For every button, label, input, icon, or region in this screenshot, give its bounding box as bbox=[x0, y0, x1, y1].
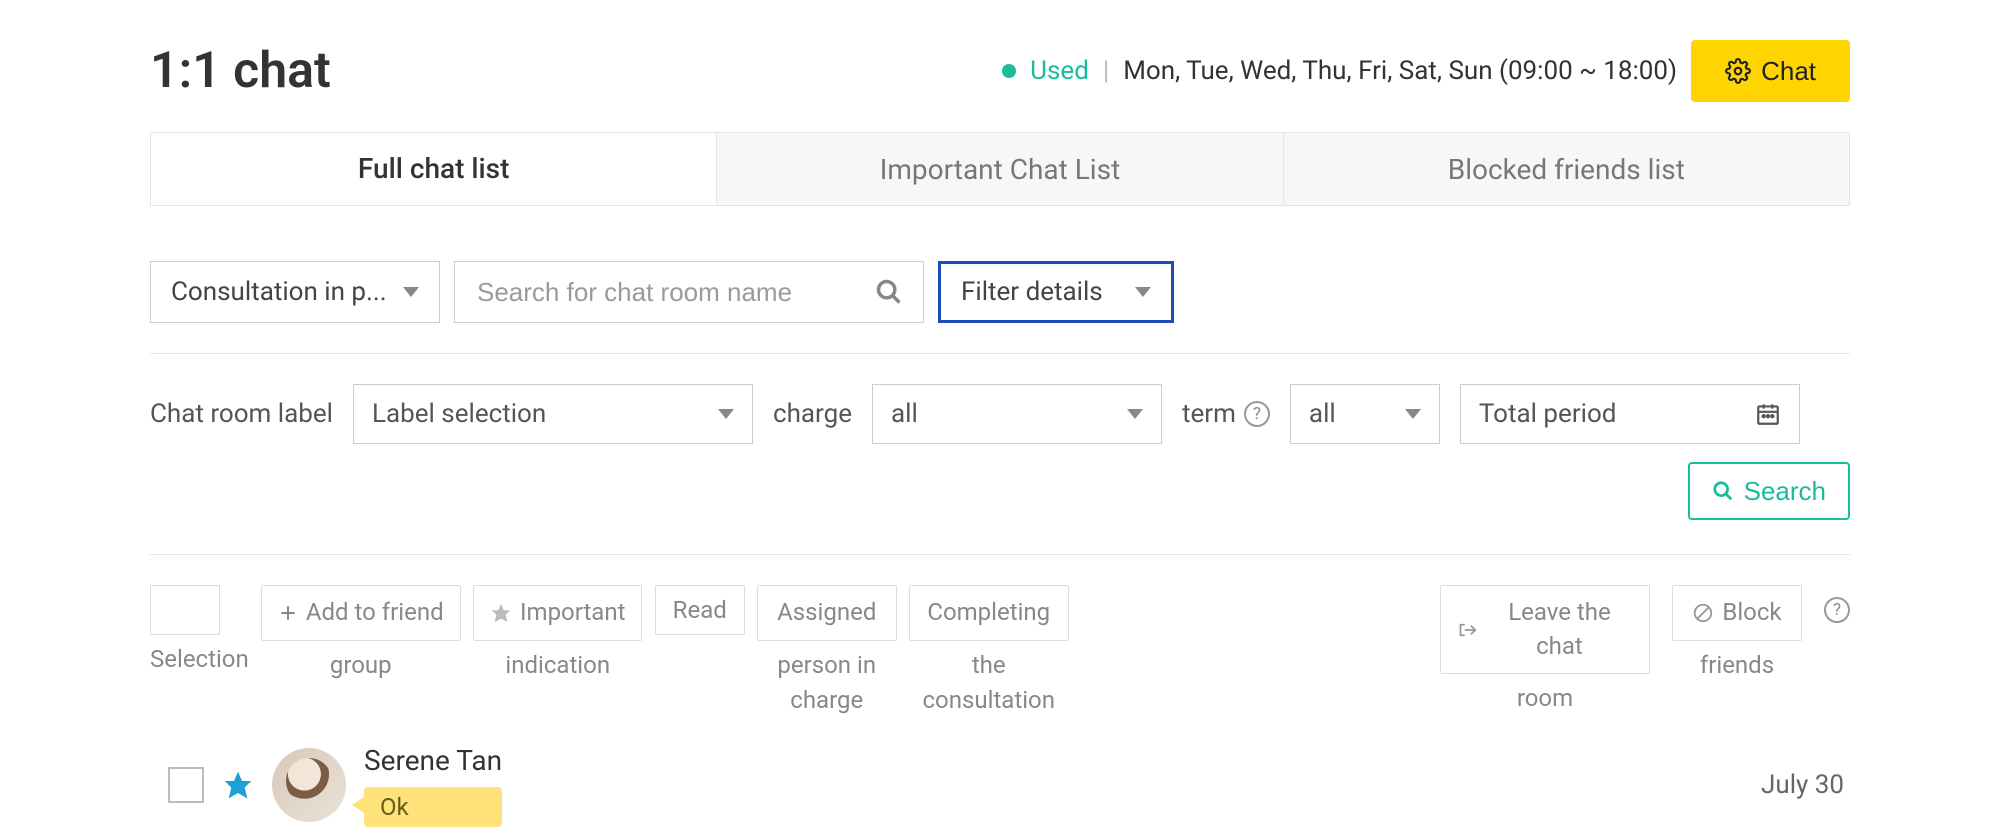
gear-icon bbox=[1725, 58, 1751, 84]
search-chat-room-input[interactable] bbox=[475, 276, 855, 309]
chat-settings-button[interactable]: Chat bbox=[1691, 40, 1850, 102]
star-icon bbox=[490, 602, 512, 624]
assigned-person-column: Assigned person in charge bbox=[757, 585, 897, 718]
label-selection-select[interactable]: Label selection bbox=[353, 384, 753, 444]
complete-consultation-column: Completing the consultation bbox=[909, 585, 1069, 718]
consultation-status-value: Consultation in p... bbox=[171, 277, 387, 307]
term-label: term ? bbox=[1182, 399, 1270, 429]
read-button[interactable]: Read bbox=[655, 585, 745, 635]
filter-row-1: Consultation in p... Filter details bbox=[150, 261, 1850, 323]
help-icon[interactable]: ? bbox=[1824, 597, 1850, 623]
status-dot-icon bbox=[1002, 64, 1016, 78]
chevron-down-icon bbox=[1405, 409, 1421, 419]
filter-row-2: Chat room label Label selection charge a… bbox=[150, 384, 1850, 444]
consultation-status-select[interactable]: Consultation in p... bbox=[150, 261, 440, 323]
chat-date: July 30 bbox=[1761, 770, 1844, 800]
chat-button-label: Chat bbox=[1761, 56, 1816, 87]
filter-details-label: Filter details bbox=[961, 277, 1103, 307]
calendar-icon bbox=[1755, 401, 1781, 427]
select-all-checkbox[interactable] bbox=[150, 585, 220, 635]
avatar bbox=[272, 748, 346, 822]
term-select[interactable]: all bbox=[1290, 384, 1440, 444]
help-icon[interactable]: ? bbox=[1244, 401, 1270, 427]
last-message-badge: Ok bbox=[364, 787, 502, 827]
tab-blocked-friends[interactable]: Blocked friends list bbox=[1284, 133, 1849, 205]
leave-chat-room-button[interactable]: Leave the chat bbox=[1440, 585, 1650, 674]
chat-name: Serene Tan bbox=[364, 744, 502, 777]
plus-icon bbox=[278, 603, 298, 623]
tab-full-chat-list[interactable]: Full chat list bbox=[151, 133, 717, 205]
charge-value: all bbox=[891, 399, 918, 429]
tabs: Full chat list Important Chat List Block… bbox=[150, 132, 1850, 206]
divider: | bbox=[1103, 56, 1109, 86]
chat-name-column: Serene Tan Ok bbox=[364, 744, 502, 827]
leave-chat-room-column: Leave the chat room bbox=[1440, 585, 1650, 716]
row-checkbox[interactable] bbox=[168, 767, 204, 803]
period-select[interactable]: Total period bbox=[1460, 384, 1800, 444]
tab-important-chat-list[interactable]: Important Chat List bbox=[717, 133, 1283, 205]
block-icon bbox=[1692, 602, 1714, 624]
block-friends-column: Block friends bbox=[1662, 585, 1812, 682]
chevron-down-icon bbox=[718, 409, 734, 419]
assigned-person-button[interactable]: Assigned bbox=[757, 585, 897, 641]
important-indication-button[interactable]: Important bbox=[473, 585, 642, 641]
header: 1:1 chat Used | Mon, Tue, Wed, Thu, Fri,… bbox=[150, 40, 1850, 102]
label-selection-value: Label selection bbox=[372, 399, 546, 429]
selection-column: Selection bbox=[150, 585, 249, 673]
search-button[interactable]: Search bbox=[1688, 462, 1850, 520]
add-friend-group-column: Add to friend group bbox=[261, 585, 461, 682]
filter-details-button[interactable]: Filter details bbox=[938, 261, 1174, 323]
status-text: Used bbox=[1030, 56, 1089, 86]
term-value: all bbox=[1309, 399, 1336, 429]
exit-icon bbox=[1457, 619, 1478, 641]
action-bar: Selection Add to friend group Important … bbox=[150, 585, 1850, 718]
chat-row[interactable]: Serene Tan Ok July 30 bbox=[150, 724, 1850, 827]
block-friends-button[interactable]: Block bbox=[1672, 585, 1802, 641]
period-value: Total period bbox=[1479, 399, 1617, 429]
header-right: Used | Mon, Tue, Wed, Thu, Fri, Sat, Sun… bbox=[1002, 40, 1850, 102]
search-icon bbox=[875, 278, 903, 306]
separator bbox=[150, 554, 1850, 555]
chevron-down-icon bbox=[1135, 287, 1151, 297]
chat-room-label-text: Chat room label bbox=[150, 399, 333, 429]
charge-label: charge bbox=[773, 399, 852, 429]
selection-label: Selection bbox=[150, 645, 249, 673]
charge-select[interactable]: all bbox=[872, 384, 1162, 444]
important-indication-column: Important indication bbox=[473, 585, 643, 682]
schedule-text: Mon, Tue, Wed, Thu, Fri, Sat, Sun (09:00… bbox=[1123, 56, 1677, 86]
star-filled-icon[interactable] bbox=[222, 769, 254, 801]
separator bbox=[150, 353, 1850, 354]
search-icon bbox=[1712, 480, 1734, 502]
chevron-down-icon bbox=[403, 287, 419, 297]
search-button-label: Search bbox=[1744, 476, 1826, 507]
chevron-down-icon bbox=[1127, 409, 1143, 419]
add-friend-group-button[interactable]: Add to friend bbox=[261, 585, 461, 641]
page-title: 1:1 chat bbox=[150, 42, 331, 100]
complete-consultation-button[interactable]: Completing bbox=[909, 585, 1069, 641]
search-chat-room-input-wrap[interactable] bbox=[454, 261, 924, 323]
